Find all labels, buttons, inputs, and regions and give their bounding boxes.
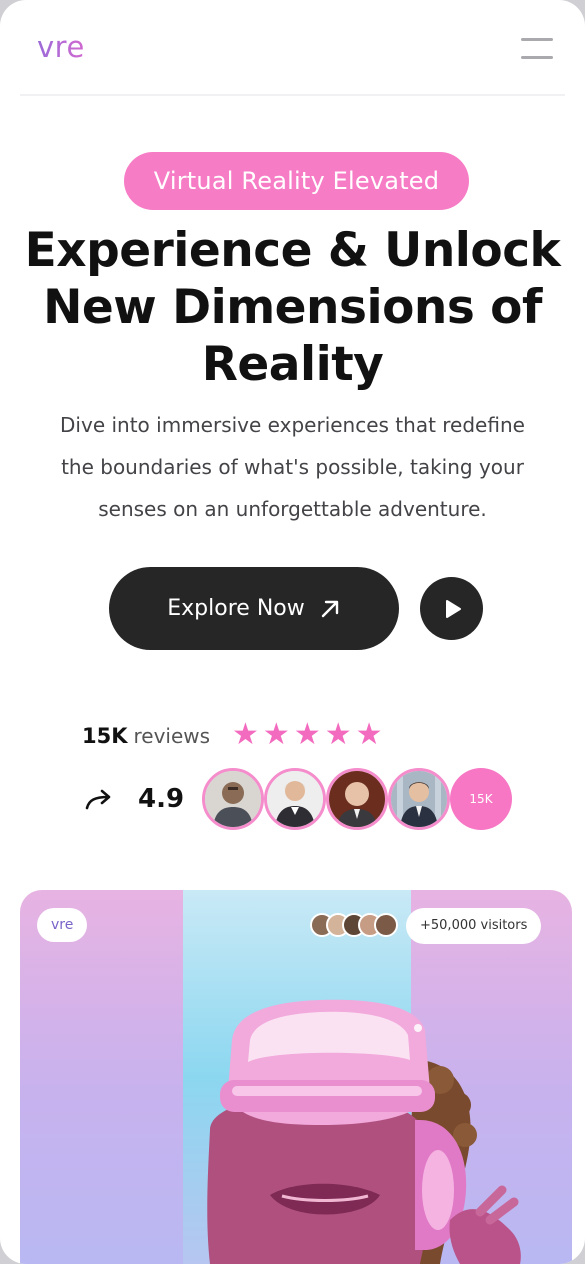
phone-screen: vre Virtual Reality Elevated Experience … xyxy=(0,0,585,1264)
explore-now-button[interactable]: Explore Now xyxy=(109,567,399,650)
star-icon: ★ xyxy=(262,717,290,752)
star-rating: ★ ★ ★ ★ ★ xyxy=(232,718,383,752)
hero-title-line-1: Experience & Unlock xyxy=(24,223,561,278)
play-icon xyxy=(445,599,461,618)
hero-title-line-3: Reality xyxy=(201,337,384,392)
banner-brand-tag: vre xyxy=(37,908,88,942)
star-icon: ★ xyxy=(355,717,383,752)
reviews-label: reviews xyxy=(133,724,211,748)
avatar[interactable] xyxy=(202,768,264,830)
share-arrow-icon xyxy=(85,789,111,810)
person-3-image xyxy=(329,771,385,827)
arrow-up-right-icon xyxy=(321,600,338,617)
avatar[interactable] xyxy=(264,768,326,830)
hero-badge: Virtual Reality Elevated xyxy=(124,152,469,210)
play-video-button[interactable] xyxy=(420,577,483,640)
person-2-image xyxy=(267,771,323,827)
person-4-image xyxy=(391,771,447,827)
rating-value: 4.9 xyxy=(138,784,185,814)
hamburger-menu-icon[interactable] xyxy=(521,38,553,62)
vr-headset-person-image xyxy=(207,999,521,1264)
hero-banner: vre +50,000 visitors xyxy=(20,890,572,1264)
person-1-image xyxy=(205,771,261,827)
hero-subtitle-line-2: the boundaries of what's possible, takin… xyxy=(61,455,524,479)
star-icon: ★ xyxy=(293,717,321,752)
star-icon: ★ xyxy=(324,717,352,752)
visitors-count-badge: +50,000 visitors xyxy=(406,908,542,944)
hero-subtitle: Dive into immersive experiences that red… xyxy=(30,404,555,530)
hero-subtitle-line-1: Dive into immersive experiences that red… xyxy=(60,413,525,437)
hero-title: Experience & Unlock New Dimensions of Re… xyxy=(20,222,565,393)
avatar[interactable] xyxy=(388,768,450,830)
more-reviewers-badge[interactable]: 15K xyxy=(450,768,512,830)
hero-title-line-2: New Dimensions of xyxy=(43,280,542,335)
reviews-count: 15K xyxy=(82,724,128,748)
brand-logo[interactable]: vre xyxy=(37,30,85,64)
reviews-summary: 15K reviews xyxy=(82,720,210,752)
top-navbar: vre xyxy=(20,0,565,96)
explore-now-label: Explore Now xyxy=(167,596,305,621)
star-icon: ★ xyxy=(232,717,259,752)
rating-row xyxy=(84,770,114,832)
avatar[interactable] xyxy=(326,768,388,830)
hero-subtitle-line-3: senses on an unforgettable adventure. xyxy=(98,497,487,521)
visitor-avatar xyxy=(374,913,398,937)
